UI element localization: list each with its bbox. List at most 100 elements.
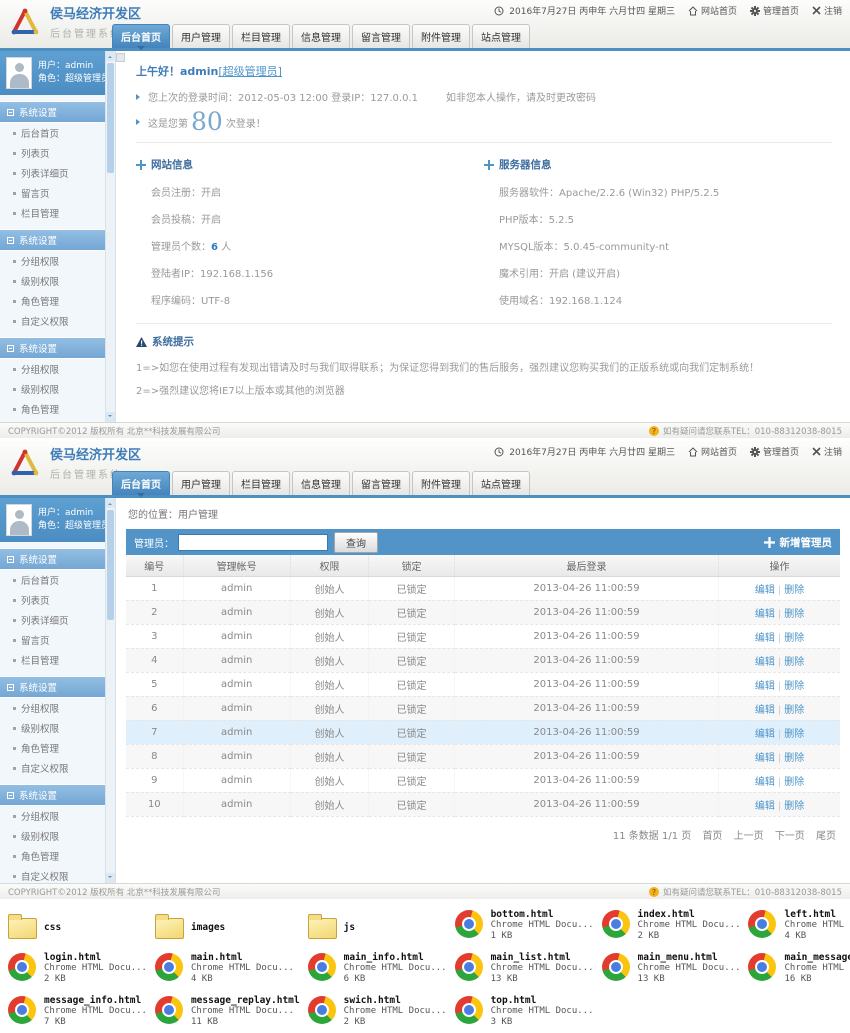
edit-link[interactable]: 编辑 xyxy=(755,633,775,644)
scroll-up-icon[interactable] xyxy=(106,51,115,61)
file-item[interactable]: swich.html Chrome HTML Docu... 2 KB xyxy=(304,993,451,1033)
file-item[interactable]: main_list.html Chrome HTML Docu... 13 KB xyxy=(451,950,598,990)
admin-home-link[interactable]: 管理首页 xyxy=(750,4,799,17)
edit-link[interactable]: 编辑 xyxy=(755,681,775,692)
sidebar-item[interactable]: 列表详细页 xyxy=(0,610,105,630)
logout-link[interactable]: 注销 xyxy=(812,4,842,17)
file-item[interactable]: images xyxy=(151,907,304,947)
tab-columns[interactable]: 栏目管理 xyxy=(232,24,290,48)
edit-link[interactable]: 编辑 xyxy=(755,705,775,716)
logout-link[interactable]: 注销 xyxy=(812,445,842,458)
edit-link[interactable]: 编辑 xyxy=(755,777,775,788)
sidebar-item[interactable]: 后台首页 xyxy=(0,123,105,143)
tab-messages[interactable]: 留言管理 xyxy=(352,471,410,495)
edit-link[interactable]: 编辑 xyxy=(755,657,775,668)
sidebar-section-header[interactable]: 系统设置 xyxy=(0,229,105,251)
sidebar-item[interactable]: 自定义权限 xyxy=(0,311,105,331)
file-item[interactable]: main.html Chrome HTML Docu... 4 KB xyxy=(151,950,304,990)
file-item[interactable]: message_info.html Chrome HTML Docu... 7 … xyxy=(4,993,151,1033)
sidebar-section-header[interactable]: 系统设置 xyxy=(0,676,105,698)
sidebar-section-header[interactable]: 系统设置 xyxy=(0,548,105,570)
page-last-link[interactable]: 尾页 xyxy=(816,831,836,842)
sidebar-item[interactable]: 级别权限 xyxy=(0,826,105,846)
file-item[interactable]: main_menu.html Chrome HTML Docu... 13 KB xyxy=(598,950,745,990)
tab-users[interactable]: 用户管理 xyxy=(172,24,230,48)
page-first-link[interactable]: 首页 xyxy=(702,831,722,842)
file-item[interactable]: main_message.html Chrome HTML Docu... 16… xyxy=(744,950,850,990)
sidebar-item[interactable]: 列表页 xyxy=(0,143,105,163)
sidebar-scrollbar[interactable] xyxy=(105,51,115,422)
delete-link[interactable]: 删除 xyxy=(784,753,804,764)
sidebar-section-header[interactable]: 系统设置 xyxy=(0,337,105,359)
sidebar-item[interactable]: 级别权限 xyxy=(0,271,105,291)
edit-link[interactable]: 编辑 xyxy=(755,729,775,740)
file-item[interactable]: js xyxy=(304,907,451,947)
tab-info[interactable]: 信息管理 xyxy=(292,24,350,48)
sidebar-item[interactable]: 角色管理 xyxy=(0,291,105,311)
sidebar-item[interactable]: 角色管理 xyxy=(0,738,105,758)
sidebar-item[interactable]: 栏目管理 xyxy=(0,203,105,223)
sidebar-section-header[interactable]: 系统设置 xyxy=(0,101,105,123)
tab-sites[interactable]: 站点管理 xyxy=(472,24,530,48)
tab-sites[interactable]: 站点管理 xyxy=(472,471,530,495)
sidebar-item[interactable]: 自定义权限 xyxy=(0,866,105,883)
sidebar-item[interactable]: 自定义权限 xyxy=(0,419,105,422)
site-home-link[interactable]: 网站首页 xyxy=(688,445,737,458)
page-next-link[interactable]: 下一页 xyxy=(775,831,805,842)
sidebar-item[interactable]: 后台首页 xyxy=(0,570,105,590)
sidebar-item[interactable]: 分组权限 xyxy=(0,359,105,379)
delete-link[interactable]: 删除 xyxy=(784,585,804,596)
sidebar-item[interactable]: 级别权限 xyxy=(0,379,105,399)
tab-attachments[interactable]: 附件管理 xyxy=(412,471,470,495)
page-prev-link[interactable]: 上一页 xyxy=(734,831,764,842)
file-item[interactable]: login.html Chrome HTML Docu... 2 KB xyxy=(4,950,151,990)
edit-link[interactable]: 编辑 xyxy=(755,609,775,620)
role-link[interactable]: [超级管理员] xyxy=(218,65,282,78)
tab-messages[interactable]: 留言管理 xyxy=(352,24,410,48)
file-item[interactable]: main_info.html Chrome HTML Docu... 6 KB xyxy=(304,950,451,990)
delete-link[interactable]: 删除 xyxy=(784,633,804,644)
sidebar-item[interactable]: 分组权限 xyxy=(0,806,105,826)
sidebar-item[interactable]: 分组权限 xyxy=(0,698,105,718)
edit-link[interactable]: 编辑 xyxy=(755,753,775,764)
tab-users[interactable]: 用户管理 xyxy=(172,471,230,495)
scrollbar-thumb[interactable] xyxy=(107,510,114,620)
search-input[interactable] xyxy=(178,534,328,551)
delete-link[interactable]: 删除 xyxy=(784,801,804,812)
sidebar-collapse-icon[interactable] xyxy=(116,53,125,62)
sidebar-item[interactable]: 栏目管理 xyxy=(0,650,105,670)
scroll-down-icon[interactable] xyxy=(106,412,115,422)
site-home-link[interactable]: 网站首页 xyxy=(688,4,737,17)
edit-link[interactable]: 编辑 xyxy=(755,585,775,596)
sidebar-item[interactable]: 分组权限 xyxy=(0,251,105,271)
sidebar-item[interactable]: 列表详细页 xyxy=(0,163,105,183)
sidebar-item[interactable]: 列表页 xyxy=(0,590,105,610)
admin-home-link[interactable]: 管理首页 xyxy=(750,445,799,458)
edit-link[interactable]: 编辑 xyxy=(755,801,775,812)
scrollbar-thumb[interactable] xyxy=(107,63,114,173)
file-item[interactable]: css xyxy=(4,907,151,947)
delete-link[interactable]: 删除 xyxy=(784,609,804,620)
sidebar-item[interactable]: 留言页 xyxy=(0,630,105,650)
sidebar-item[interactable]: 自定义权限 xyxy=(0,758,105,778)
sidebar-item[interactable]: 级别权限 xyxy=(0,718,105,738)
tab-attachments[interactable]: 附件管理 xyxy=(412,24,470,48)
query-button[interactable]: 查询 xyxy=(334,532,378,553)
sidebar-item[interactable]: 角色管理 xyxy=(0,846,105,866)
sidebar-scrollbar[interactable] xyxy=(105,498,115,883)
delete-link[interactable]: 删除 xyxy=(784,705,804,716)
sidebar-section-header[interactable]: 系统设置 xyxy=(0,784,105,806)
file-item[interactable]: bottom.html Chrome HTML Docu... 1 KB xyxy=(451,907,598,947)
file-item[interactable]: index.html Chrome HTML Docu... 2 KB xyxy=(598,907,745,947)
delete-link[interactable]: 删除 xyxy=(784,777,804,788)
add-admin-button[interactable]: 新增管理员 xyxy=(764,535,833,550)
tab-info[interactable]: 信息管理 xyxy=(292,471,350,495)
tab-dashboard[interactable]: 后台首页 xyxy=(112,471,170,495)
file-item[interactable]: left.html Chrome HTML Docu... 4 KB xyxy=(744,907,850,947)
file-item[interactable]: top.html Chrome HTML Docu... 3 KB xyxy=(451,993,598,1033)
delete-link[interactable]: 删除 xyxy=(784,681,804,692)
delete-link[interactable]: 删除 xyxy=(784,657,804,668)
tab-columns[interactable]: 栏目管理 xyxy=(232,471,290,495)
scroll-down-icon[interactable] xyxy=(106,873,115,883)
file-item[interactable]: message_replay.html Chrome HTML Docu... … xyxy=(151,993,304,1033)
